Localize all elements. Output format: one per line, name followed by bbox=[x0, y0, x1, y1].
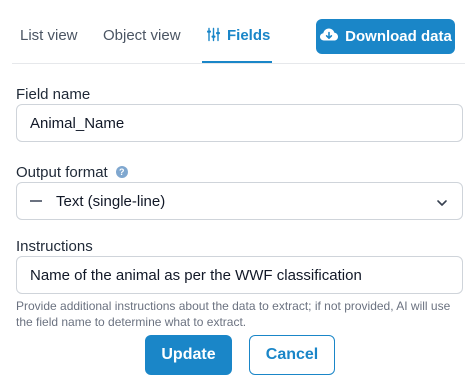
text-type-icon bbox=[30, 200, 42, 202]
view-tabs: List view Object view Fields Download da… bbox=[0, 0, 465, 64]
tab-fields[interactable]: Fields bbox=[206, 27, 270, 46]
field-name-value: Animal_Name bbox=[30, 114, 125, 132]
output-format-value: Text (single-line) bbox=[56, 192, 166, 210]
instructions-input[interactable]: Name of the animal as per the WWF classi… bbox=[16, 256, 463, 294]
output-format-label-row: Output format? bbox=[16, 164, 128, 181]
update-button[interactable]: Update bbox=[145, 335, 232, 375]
cancel-button[interactable]: Cancel bbox=[249, 335, 335, 375]
instructions-hint: Provide additional instructions about th… bbox=[16, 299, 451, 329]
instructions-label: Instructions bbox=[16, 238, 93, 255]
tab-list-view[interactable]: List view bbox=[20, 27, 78, 44]
download-data-button[interactable]: Download data bbox=[316, 19, 455, 54]
instructions-value: Name of the animal as per the WWF classi… bbox=[30, 266, 362, 284]
sliders-icon bbox=[206, 27, 221, 46]
tab-object-view[interactable]: Object view bbox=[103, 27, 181, 44]
output-format-select[interactable]: Text (single-line) bbox=[16, 182, 463, 220]
output-format-label: Output format bbox=[16, 164, 108, 181]
tab-fields-label: Fields bbox=[227, 27, 271, 44]
chevron-down-icon bbox=[436, 196, 448, 213]
tabs-divider bbox=[12, 63, 465, 64]
download-data-label: Download data bbox=[345, 28, 452, 45]
cloud-download-icon bbox=[319, 27, 339, 47]
help-icon[interactable]: ? bbox=[115, 166, 128, 178]
field-name-label: Field name bbox=[16, 86, 91, 103]
field-name-input[interactable]: Animal_Name bbox=[16, 104, 463, 142]
